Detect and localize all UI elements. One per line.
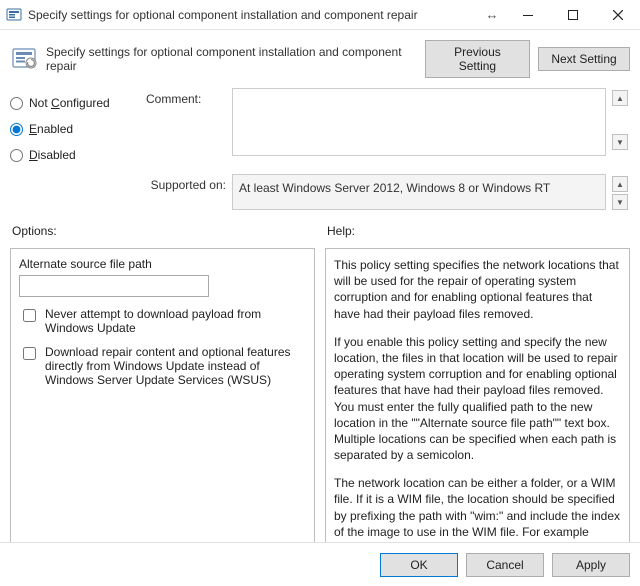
radio-enabled[interactable]: Enabled bbox=[10, 116, 140, 142]
radio-enabled-input[interactable] bbox=[10, 123, 23, 136]
next-setting-button[interactable]: Next Setting bbox=[538, 47, 630, 71]
options-panel: Alternate source file path Never attempt… bbox=[10, 248, 315, 546]
help-paragraph: This policy setting specifies the networ… bbox=[334, 257, 621, 322]
supported-spin: ▲ ▼ bbox=[612, 174, 630, 210]
help-label: Help: bbox=[325, 222, 630, 244]
help-paragraph: The network location can be either a fol… bbox=[334, 475, 621, 546]
help-paragraph: If you enable this policy setting and sp… bbox=[334, 334, 621, 464]
resize-handle-icon[interactable]: ↔ bbox=[479, 7, 505, 22]
alt-path-input[interactable] bbox=[19, 275, 209, 297]
help-panel[interactable]: This policy setting specifies the networ… bbox=[325, 248, 630, 546]
section-headers: Options: Help: bbox=[0, 218, 640, 244]
comment-spin-up[interactable]: ▲ bbox=[612, 90, 628, 106]
supported-label: Supported on: bbox=[146, 174, 226, 210]
comment-spin: ▲ ▼ bbox=[612, 88, 630, 150]
policy-icon bbox=[10, 45, 38, 73]
panels: Alternate source file path Never attempt… bbox=[0, 244, 640, 546]
radio-not-configured[interactable]: Not Configured bbox=[10, 90, 140, 116]
never-download-label: Never attempt to download payload from W… bbox=[45, 307, 305, 335]
options-label: Options: bbox=[10, 222, 315, 244]
previous-setting-button[interactable]: Previous Setting bbox=[425, 40, 530, 78]
maximize-button[interactable] bbox=[550, 0, 595, 30]
header-caption: Specify settings for optional component … bbox=[46, 45, 417, 73]
direct-wu-checkbox[interactable]: Download repair content and optional fea… bbox=[19, 345, 306, 387]
title-bar: Specify settings for optional component … bbox=[0, 0, 640, 30]
ok-button[interactable]: OK bbox=[380, 553, 458, 577]
radio-not-configured-input[interactable] bbox=[10, 97, 23, 110]
supported-row: Supported on: At least Windows Server 20… bbox=[0, 170, 640, 218]
supported-spin-down[interactable]: ▼ bbox=[612, 194, 628, 210]
minimize-button[interactable] bbox=[505, 0, 550, 30]
never-download-input[interactable] bbox=[23, 309, 36, 322]
window-title: Specify settings for optional component … bbox=[28, 8, 418, 22]
comment-input[interactable] bbox=[232, 88, 606, 156]
state-radio-group: Not Configured Enabled Disabled bbox=[10, 88, 140, 168]
alt-path-label: Alternate source file path bbox=[19, 257, 306, 271]
direct-wu-input[interactable] bbox=[23, 347, 36, 360]
supported-spin-up[interactable]: ▲ bbox=[612, 176, 628, 192]
radio-disabled-input[interactable] bbox=[10, 149, 23, 162]
close-button[interactable] bbox=[595, 0, 640, 30]
radio-disabled[interactable]: Disabled bbox=[10, 142, 140, 168]
direct-wu-label: Download repair content and optional fea… bbox=[45, 345, 305, 387]
comment-label: Comment: bbox=[146, 88, 226, 106]
app-icon bbox=[6, 7, 22, 23]
state-comment-row: Not Configured Enabled Disabled Comment:… bbox=[0, 86, 640, 170]
supported-value: At least Windows Server 2012, Windows 8 … bbox=[232, 174, 606, 210]
apply-button[interactable]: Apply bbox=[552, 553, 630, 577]
dialog-footer: OK Cancel Apply bbox=[0, 542, 640, 586]
cancel-button[interactable]: Cancel bbox=[466, 553, 544, 577]
header-row: Specify settings for optional component … bbox=[0, 30, 640, 86]
never-download-checkbox[interactable]: Never attempt to download payload from W… bbox=[19, 307, 306, 335]
comment-spin-down[interactable]: ▼ bbox=[612, 134, 628, 150]
